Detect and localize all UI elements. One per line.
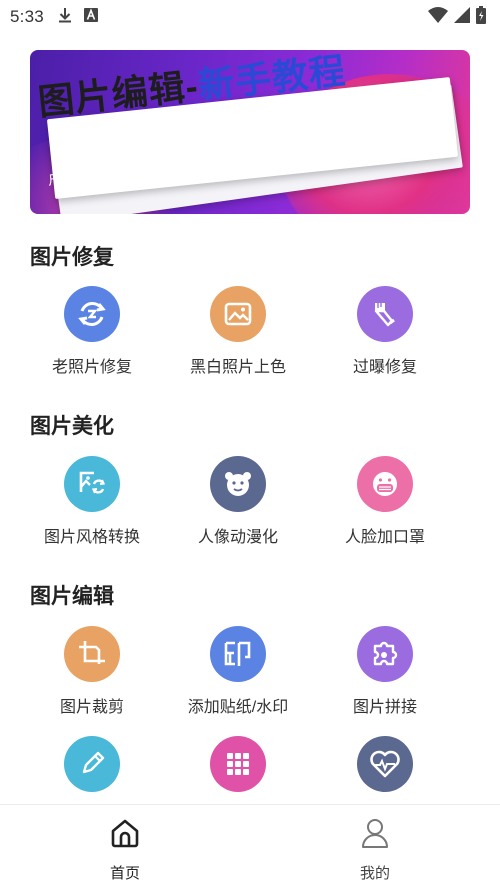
tool-face-mask[interactable]: 人脸加口罩 — [310, 456, 460, 547]
cartoon-face-icon — [210, 456, 266, 512]
tool-label: 过曝修复 — [352, 359, 417, 376]
nav-mine[interactable]: 我的 — [250, 805, 500, 888]
tool-label: 添加贴纸/水印 — [187, 699, 289, 716]
tool-label: 人脸加口罩 — [344, 529, 425, 546]
tool-crop[interactable]: 图片裁剪 — [17, 626, 167, 717]
a-icon — [83, 7, 98, 27]
nav-home[interactable]: 首页 — [0, 805, 250, 888]
section-title-repair: 图片修复 — [30, 246, 114, 269]
rotate-photo-icon — [64, 286, 120, 342]
tool-label: 黑白照片上色 — [189, 359, 286, 376]
tool-grid[interactable] — [163, 736, 313, 792]
user-icon — [359, 817, 391, 854]
wifi-icon — [428, 6, 448, 28]
tool-health[interactable] — [310, 736, 460, 792]
home-icon — [109, 817, 141, 854]
tool-old-photo-repair[interactable]: 老照片修复 — [17, 286, 167, 377]
puzzle-icon — [357, 626, 413, 682]
picture-icon — [210, 286, 266, 342]
tool-sticker-watermark[interactable]: 添加贴纸/水印 — [163, 626, 313, 717]
section-title-edit: 图片编辑 — [30, 585, 114, 608]
nav-mine-label: 我的 — [359, 865, 390, 882]
status-time: 5:33 — [10, 7, 44, 26]
tool-label: 图片拼接 — [352, 699, 417, 716]
battery-icon — [476, 5, 486, 29]
grid-icon — [210, 736, 266, 792]
pencil-icon — [64, 736, 120, 792]
tool-annotate[interactable] — [17, 736, 167, 792]
download-icon — [58, 7, 72, 28]
brush-icon — [357, 286, 413, 342]
image-convert-icon — [64, 456, 120, 512]
crop-icon — [64, 626, 120, 682]
tool-label: 老照片修复 — [51, 359, 132, 376]
tool-stitch[interactable]: 图片拼接 — [310, 626, 460, 717]
stamp-icon — [210, 626, 266, 682]
tool-overexposure-repair[interactable]: 过曝修复 — [310, 286, 460, 377]
tool-anime-portrait[interactable]: 人像动漫化 — [163, 456, 313, 547]
tool-style-transfer[interactable]: 图片风格转换 — [17, 456, 167, 547]
tool-label: 图片风格转换 — [43, 529, 140, 546]
signal-icon — [454, 6, 470, 28]
tool-bw-colorize[interactable]: 黑白照片上色 — [163, 286, 313, 377]
section-title-beautify: 图片美化 — [30, 415, 114, 438]
nav-home-label: 首页 — [109, 865, 140, 882]
status-bar: 5:33 — [0, 0, 500, 34]
tool-label: 图片裁剪 — [59, 699, 124, 716]
tool-label: 人像动漫化 — [197, 529, 278, 546]
bottom-navigation: 首页 我的 — [0, 804, 500, 888]
heart-pulse-icon — [357, 736, 413, 792]
mask-face-icon — [357, 456, 413, 512]
